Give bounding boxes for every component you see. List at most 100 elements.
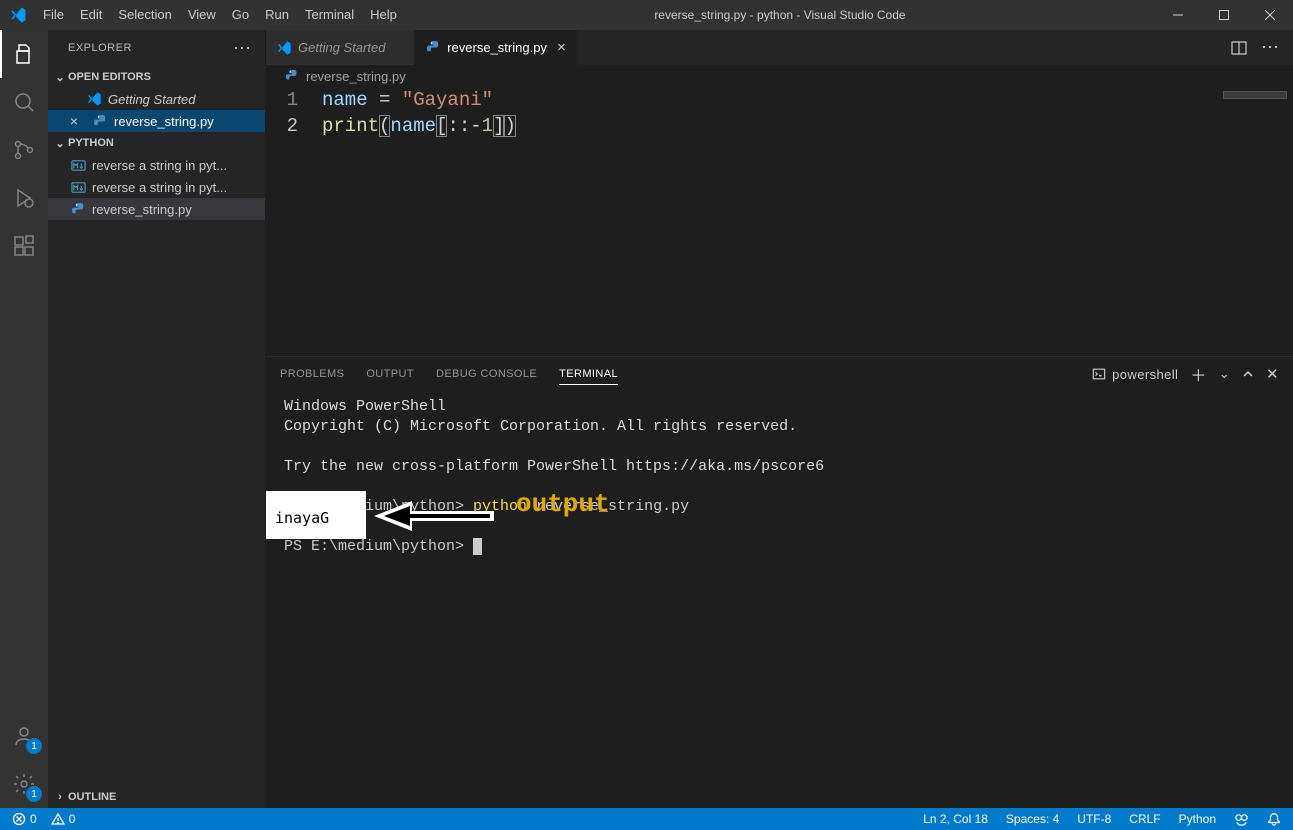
- file-label: reverse a string in pyt...: [92, 180, 227, 195]
- explorer-sidebar: EXPLORER ⋯ ⌄ OPEN EDITORS Getting Starte…: [48, 30, 266, 808]
- file-label: Getting Started: [108, 92, 195, 107]
- maximize-button[interactable]: [1201, 0, 1247, 30]
- status-item[interactable]: CRLF: [1125, 808, 1164, 830]
- terminal-shell-selector[interactable]: powershell: [1092, 367, 1178, 382]
- close-icon[interactable]: ×: [557, 39, 566, 56]
- settings-activity[interactable]: 1: [0, 760, 48, 808]
- editor-tab[interactable]: reverse_string.py ×: [415, 30, 576, 65]
- panel-tab-terminal[interactable]: TERMINAL: [559, 364, 618, 385]
- new-terminal-icon[interactable]: ＋: [1190, 362, 1206, 386]
- annotation-output-text: inayaG: [275, 509, 329, 527]
- editor-tab[interactable]: Getting Started×: [266, 30, 415, 65]
- file-label: reverse a string in pyt...: [92, 158, 227, 173]
- file-tree-item[interactable]: reverse_string.py: [48, 198, 265, 220]
- menu-bar: FileEditSelectionViewGoRunTerminalHelp: [35, 0, 405, 30]
- file-tree-item[interactable]: reverse a string in pyt...: [48, 176, 265, 198]
- terminal-dropdown-icon[interactable]: ⌄: [1219, 366, 1230, 382]
- status-feedback[interactable]: [1230, 808, 1253, 830]
- open-editors-label: OPEN EDITORS: [68, 71, 151, 83]
- menu-file[interactable]: File: [35, 0, 72, 30]
- extensions-activity[interactable]: [0, 222, 48, 270]
- annotation-output-box: XX inayaG: [266, 491, 366, 539]
- breadcrumbs[interactable]: reverse_string.py: [266, 65, 1293, 87]
- tab-label: Getting Started: [298, 40, 385, 55]
- breadcrumb-label: reverse_string.py: [306, 69, 406, 84]
- status-warnings[interactable]: 0: [47, 808, 80, 830]
- menu-terminal[interactable]: Terminal: [297, 0, 362, 30]
- panel-tab-problems[interactable]: PROBLEMS: [280, 364, 344, 384]
- python-icon: [284, 68, 300, 84]
- outline-section-header[interactable]: › OUTLINE: [48, 786, 265, 808]
- activity-bar: 1 1: [0, 30, 48, 808]
- panel-tabs: PROBLEMS OUTPUT DEBUG CONSOLE TERMINAL powe…: [266, 357, 1293, 391]
- outline-label: OUTLINE: [68, 791, 116, 803]
- warning-count: 0: [69, 812, 76, 826]
- sidebar-more-icon[interactable]: ⋯: [233, 38, 253, 59]
- editor-area: Getting Started× reverse_string.py × ⋯ rev…: [266, 30, 1293, 808]
- terminal-cursor: [473, 538, 482, 555]
- title-bar: FileEditSelectionViewGoRunTerminalHelp r…: [0, 0, 1293, 30]
- explorer-activity[interactable]: [0, 30, 48, 78]
- status-item[interactable]: Ln 2, Col 18: [919, 808, 992, 830]
- accounts-badge: 1: [26, 738, 42, 754]
- panel-tab-output[interactable]: OUTPUT: [366, 364, 414, 384]
- shell-name: powershell: [1112, 367, 1178, 382]
- code-editor[interactable]: 1name = "Gayani"2print(name[::-1]): [266, 87, 1293, 356]
- menu-view[interactable]: View: [180, 0, 224, 30]
- python-icon: [425, 40, 441, 56]
- python-icon: [70, 201, 86, 217]
- chevron-down-icon: ⌄: [52, 71, 68, 84]
- terminal-prompt: PS E:\medium\python>: [284, 538, 473, 555]
- file-tree-item[interactable]: reverse a string in pyt...: [48, 154, 265, 176]
- panel-tab-debug-console[interactable]: DEBUG CONSOLE: [436, 364, 537, 384]
- run-debug-activity[interactable]: [0, 174, 48, 222]
- source-control-activity[interactable]: [0, 126, 48, 174]
- annotation-label: output: [516, 494, 610, 514]
- file-label: reverse_string.py: [114, 114, 214, 129]
- open-editors-section-header[interactable]: ⌄ OPEN EDITORS: [48, 66, 265, 88]
- accounts-activity[interactable]: 1: [0, 712, 48, 760]
- terminal-line: Copyright (C) Microsoft Corporation. All…: [284, 417, 1275, 437]
- search-activity[interactable]: [0, 78, 48, 126]
- maximize-panel-icon[interactable]: [1242, 368, 1254, 380]
- code-line[interactable]: 1name = "Gayani": [266, 87, 1293, 113]
- markdown-icon: [70, 179, 86, 195]
- open-editor-item[interactable]: × reverse_string.py: [48, 110, 265, 132]
- close-button[interactable]: [1247, 0, 1293, 30]
- split-editor-icon[interactable]: [1231, 40, 1247, 56]
- close-icon[interactable]: ×: [66, 113, 82, 129]
- menu-help[interactable]: Help: [362, 0, 405, 30]
- file-label: reverse_string.py: [92, 202, 192, 217]
- code-line[interactable]: 2print(name[::-1]): [266, 113, 1293, 139]
- status-item[interactable]: Python: [1175, 808, 1220, 830]
- minimize-button[interactable]: [1155, 0, 1201, 30]
- chevron-right-icon: ›: [52, 791, 68, 803]
- menu-edit[interactable]: Edit: [72, 0, 110, 30]
- terminal-line: Windows PowerShell: [284, 397, 1275, 417]
- menu-selection[interactable]: Selection: [110, 0, 179, 30]
- status-bell[interactable]: [1263, 808, 1285, 830]
- terminal-body[interactable]: Windows PowerShellCopyright (C) Microsof…: [266, 391, 1293, 808]
- menu-go[interactable]: Go: [224, 0, 257, 30]
- vscode-icon: [86, 91, 102, 107]
- vscode-logo-icon: [0, 6, 35, 24]
- chevron-down-icon: ⌄: [52, 137, 68, 150]
- line-number: 1: [266, 89, 322, 111]
- terminal-line: [284, 437, 1275, 457]
- folder-section-header[interactable]: ⌄ PYTHON: [48, 132, 265, 154]
- markdown-icon: [70, 157, 86, 173]
- python-icon: [92, 113, 108, 129]
- more-actions-icon[interactable]: ⋯: [1261, 37, 1281, 58]
- sidebar-title: EXPLORER: [68, 42, 132, 54]
- close-panel-icon[interactable]: ✕: [1266, 365, 1279, 383]
- tab-label: reverse_string.py: [447, 40, 547, 55]
- minimap[interactable]: [1223, 91, 1287, 99]
- status-errors[interactable]: 0: [8, 808, 41, 830]
- menu-run[interactable]: Run: [257, 0, 297, 30]
- vscode-icon: [276, 40, 292, 56]
- status-item[interactable]: Spaces: 4: [1002, 808, 1063, 830]
- terminal-line: [284, 477, 1275, 497]
- open-editor-item[interactable]: Getting Started: [48, 88, 265, 110]
- status-item[interactable]: UTF-8: [1073, 808, 1115, 830]
- terminal-line: Try the new cross-platform PowerShell ht…: [284, 457, 1275, 477]
